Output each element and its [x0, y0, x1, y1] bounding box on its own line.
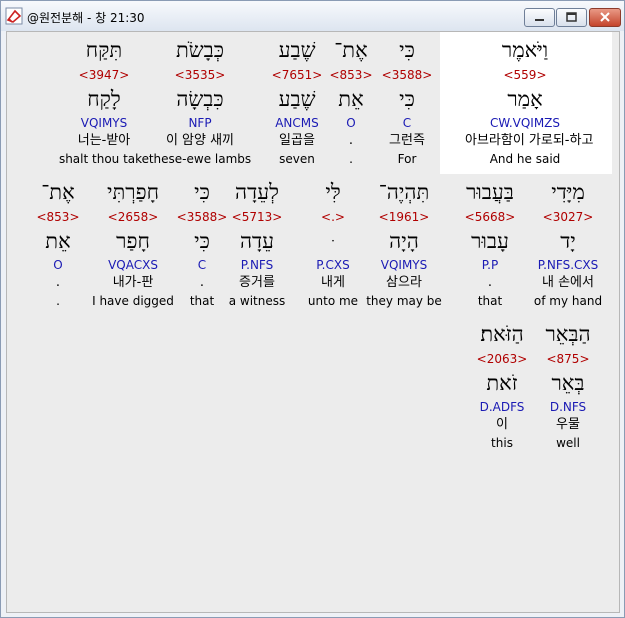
- strong-number[interactable]: <853>: [0, 210, 118, 224]
- title-bar[interactable]: @원전분해 - 창 21:30: [1, 1, 624, 31]
- window-title: @원전분해 - 창 21:30: [27, 11, 145, 25]
- hebrew-word: תִּקַּח: [85, 38, 123, 62]
- close-button[interactable]: [589, 8, 621, 27]
- strong-number[interactable]: <2063>: [442, 352, 562, 366]
- word-cell[interactable]: וַיֹּאמֶר <559> אָמַר CW.VQIMZS 아브라함이 가로되-하고…: [465, 32, 594, 174]
- hebrew-word: אֶת־: [41, 180, 75, 204]
- maximize-icon: [566, 12, 577, 22]
- word-cell[interactable]: אֶת־ <853> אֵת O..: [0, 174, 118, 316]
- korean-gloss: .: [55, 275, 61, 290]
- english-gloss: .: [56, 294, 60, 308]
- hebrew-lemma: לָקַח: [87, 87, 121, 111]
- korean-gloss: 아브라함이 가로되-하고: [465, 133, 594, 148]
- hebrew-lemma: זֹאת: [486, 371, 518, 395]
- korean-gloss: 이: [496, 417, 508, 432]
- parsing-code: D.ADFS: [479, 400, 525, 414]
- main-window: @원전분해 - 창 21:30 וַיֹּאמֶר <559> אָמַר CW.VQ…: [0, 0, 625, 618]
- maximize-button[interactable]: [556, 8, 587, 27]
- hebrew-word: הַזֹּאת׃: [480, 322, 524, 346]
- hebrew-word: וַיֹּאמֶר: [501, 38, 549, 62]
- korean-gloss: 너는-받아: [77, 133, 131, 148]
- interlinear-view[interactable]: וַיֹּאמֶר <559> אָמַר CW.VQIMZS 아브라함이 가로되-하고…: [6, 31, 620, 613]
- parsing-code: CW.VQIMZS: [489, 116, 561, 130]
- hebrew-lemma: אֵת: [45, 229, 71, 253]
- minimize-icon: [535, 19, 544, 21]
- hebrew-lemma: אָמַר: [507, 87, 543, 111]
- close-icon: [600, 12, 610, 22]
- strong-number[interactable]: <3947>: [44, 68, 164, 82]
- english-gloss: And he said: [489, 152, 561, 166]
- minimize-button[interactable]: [524, 8, 555, 27]
- parsing-code: O: [53, 258, 63, 272]
- english-gloss: shalt thou take: [58, 152, 150, 166]
- parsing-code: VQIMYS: [80, 116, 128, 130]
- word-cell[interactable]: תִּקַּח <3947> לָקַח VQIMYS 너는-받아 shalt thou …: [44, 32, 164, 174]
- app-icon: [5, 7, 23, 25]
- word-cell[interactable]: הַזֹּאת׃ <2063> זֹאת D.ADFS 이 this: [442, 316, 562, 458]
- english-gloss: this: [491, 436, 513, 450]
- strong-number[interactable]: <559>: [465, 68, 585, 82]
